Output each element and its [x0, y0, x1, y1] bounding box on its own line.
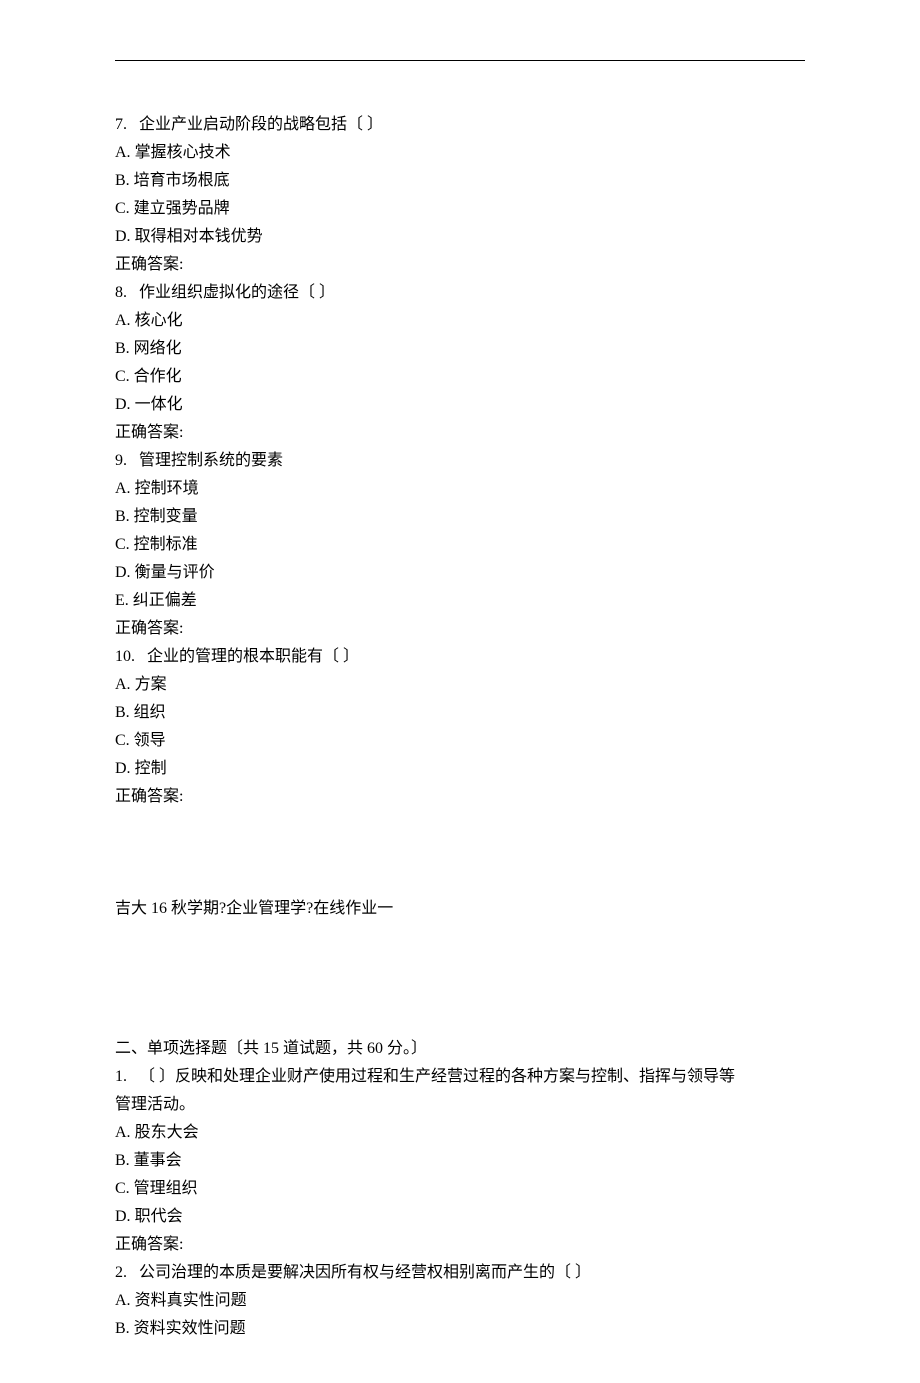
option: A. 方案	[115, 671, 805, 699]
question-number: 10.	[115, 648, 135, 665]
option: A. 资料真实性问题	[115, 1287, 805, 1315]
option: B. 组织	[115, 699, 805, 727]
option: B. 资料实效性问题	[115, 1315, 805, 1343]
page-content: 7. 企业产业启动阶段的战略包括〔 〕 A. 掌握核心技术 B. 培育市场根底 …	[0, 0, 920, 1383]
option: D. 取得相对本钱优势	[115, 223, 805, 251]
option: C. 建立强势品牌	[115, 195, 805, 223]
option: E. 纠正偏差	[115, 587, 805, 615]
question-number: 9.	[115, 452, 127, 469]
question-stem: 1. 〔 〕反映和处理企业财产使用过程和生产经营过程的各种方案与控制、指挥与领导…	[115, 1063, 805, 1091]
answer-label: 正确答案:	[115, 1231, 805, 1259]
option: C. 合作化	[115, 363, 805, 391]
option: A. 核心化	[115, 307, 805, 335]
stem-text: 〔 〕反映和处理企业财产使用过程和生产经营过程的各种方案与控制、指挥与领导等	[139, 1068, 735, 1085]
question-2: 2. 公司治理的本质是要解决因所有权与经营权相别离而产生的〔 〕 A. 资料真实…	[115, 1259, 805, 1343]
stem-text: 管理控制系统的要素	[139, 452, 283, 469]
question-10: 10. 企业的管理的根本职能有〔 〕 A. 方案 B. 组织 C. 领导 D. …	[115, 643, 805, 811]
question-number: 8.	[115, 284, 127, 301]
answer-label: 正确答案:	[115, 615, 805, 643]
question-number: 2.	[115, 1264, 127, 1281]
option: B. 网络化	[115, 335, 805, 363]
spacer	[115, 1007, 805, 1035]
option: D. 职代会	[115, 1203, 805, 1231]
question-8: 8. 作业组织虚拟化的途径〔 〕 A. 核心化 B. 网络化 C. 合作化 D.…	[115, 279, 805, 447]
option: C. 领导	[115, 727, 805, 755]
question-7: 7. 企业产业启动阶段的战略包括〔 〕 A. 掌握核心技术 B. 培育市场根底 …	[115, 111, 805, 279]
top-rule	[115, 60, 805, 61]
stem-text: 管理活动。	[115, 1091, 805, 1119]
stem-text: 作业组织虚拟化的途径〔 〕	[139, 284, 335, 301]
assignment-title: 吉大 16 秋学期?企业管理学?在线作业一	[115, 895, 805, 923]
question-stem: 2. 公司治理的本质是要解决因所有权与经营权相别离而产生的〔 〕	[115, 1259, 805, 1287]
question-number: 1.	[115, 1068, 127, 1085]
option: B. 培育市场根底	[115, 167, 805, 195]
option: A. 股东大会	[115, 1119, 805, 1147]
option: D. 控制	[115, 755, 805, 783]
stem-text: 企业的管理的根本职能有〔 〕	[147, 648, 359, 665]
option: A. 掌握核心技术	[115, 139, 805, 167]
option: C. 管理组织	[115, 1175, 805, 1203]
question-1: 1. 〔 〕反映和处理企业财产使用过程和生产经营过程的各种方案与控制、指挥与领导…	[115, 1063, 805, 1259]
spacer	[115, 923, 805, 1007]
option: B. 董事会	[115, 1147, 805, 1175]
answer-label: 正确答案:	[115, 251, 805, 279]
answer-label: 正确答案:	[115, 783, 805, 811]
question-stem: 8. 作业组织虚拟化的途径〔 〕	[115, 279, 805, 307]
spacer	[115, 811, 805, 895]
option: A. 控制环境	[115, 475, 805, 503]
option: B. 控制变量	[115, 503, 805, 531]
question-number: 7.	[115, 116, 127, 133]
answer-label: 正确答案:	[115, 419, 805, 447]
question-9: 9. 管理控制系统的要素 A. 控制环境 B. 控制变量 C. 控制标准 D. …	[115, 447, 805, 643]
question-stem: 10. 企业的管理的根本职能有〔 〕	[115, 643, 805, 671]
section-header: 二、单项选择题〔共 15 道试题，共 60 分。〕	[115, 1035, 805, 1063]
question-stem: 9. 管理控制系统的要素	[115, 447, 805, 475]
stem-text: 企业产业启动阶段的战略包括〔 〕	[139, 116, 383, 133]
option: D. 一体化	[115, 391, 805, 419]
question-stem: 7. 企业产业启动阶段的战略包括〔 〕	[115, 111, 805, 139]
stem-text: 公司治理的本质是要解决因所有权与经营权相别离而产生的〔 〕	[139, 1264, 591, 1281]
option: D. 衡量与评价	[115, 559, 805, 587]
option: C. 控制标准	[115, 531, 805, 559]
